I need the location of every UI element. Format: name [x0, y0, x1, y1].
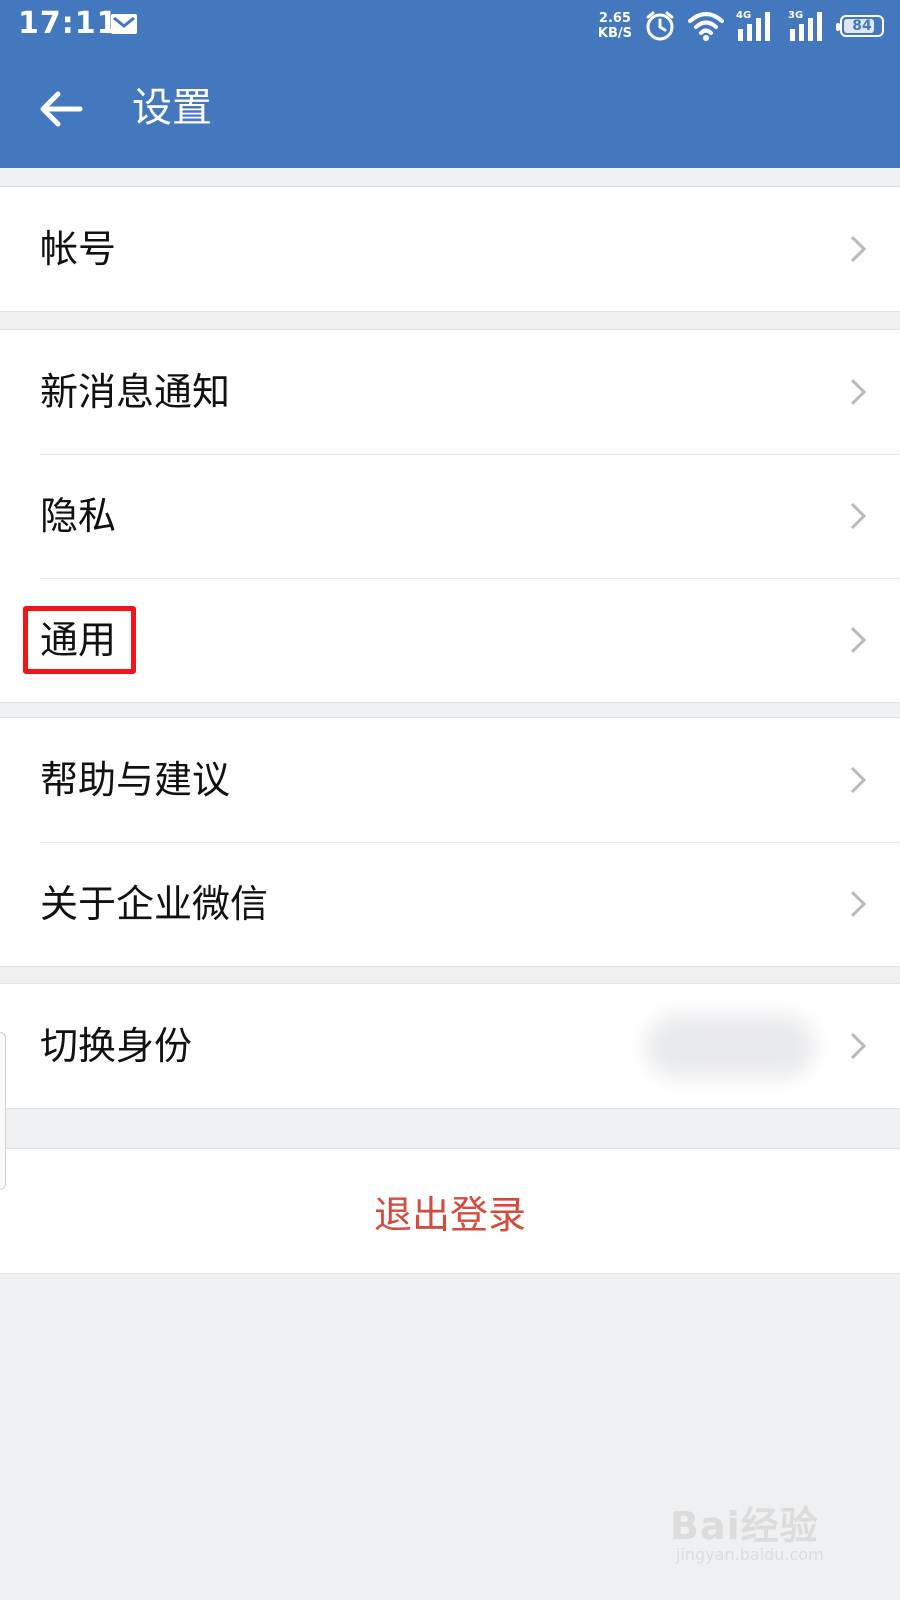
chevron-right-icon — [850, 502, 867, 530]
status-time: 17:11 — [18, 6, 119, 41]
page-title: 设置 — [132, 85, 212, 131]
settings-item-label: 通用 — [40, 618, 117, 662]
status-indicators: 2.65 KB/S 4G 3G 84 — [598, 6, 884, 46]
settings-item-about[interactable]: 关于企业微信 — [0, 842, 900, 966]
chevron-right-icon — [850, 378, 867, 406]
chevron-right-icon — [850, 235, 867, 263]
watermark: Bai经验 jingyan.baidu.com — [670, 1495, 840, 1585]
watermark-logo: Bai经验 — [670, 1504, 819, 1548]
settings-item-account[interactable]: 帐号 — [0, 187, 900, 311]
settings-item-general[interactable]: 通用 — [0, 578, 900, 702]
settings-group-main: 新消息通知 隐私 通用 — [0, 329, 900, 703]
logout-label: 退出登录 — [373, 1192, 526, 1237]
side-drawer-handle[interactable] — [0, 1032, 6, 1190]
chevron-right-icon — [850, 626, 867, 654]
mail-icon — [111, 14, 137, 34]
status-bar: 17:11 2.65 KB/S 4G 3G 84 — [0, 0, 900, 50]
settings-item-label: 帐号 — [40, 227, 117, 271]
battery-icon: 84 — [836, 15, 884, 37]
settings-item-label: 关于企业微信 — [40, 882, 269, 926]
watermark-url: jingyan.baidu.com — [676, 1545, 824, 1564]
app-bar: 设置 — [0, 50, 900, 168]
arrow-left-icon[interactable] — [38, 86, 84, 132]
chevron-right-icon — [850, 1032, 867, 1060]
settings-item-label: 新消息通知 — [40, 370, 231, 414]
settings-item-help[interactable]: 帮助与建议 — [0, 718, 900, 842]
net-speed: 2.65 KB/S — [597, 11, 632, 41]
settings-item-switch-identity[interactable]: 切换身份 — [0, 984, 900, 1108]
settings-item-label: 帮助与建议 — [40, 758, 231, 802]
settings-group-about: 帮助与建议 关于企业微信 — [0, 717, 900, 967]
alarm-icon — [646, 11, 674, 41]
settings-item-notifications[interactable]: 新消息通知 — [0, 330, 900, 454]
blurred-identity-value — [645, 1014, 815, 1078]
logout-button[interactable]: 退出登录 — [0, 1148, 900, 1274]
wifi-icon — [688, 12, 724, 41]
settings-item-label: 隐私 — [40, 494, 117, 538]
settings-item-privacy[interactable]: 隐私 — [0, 454, 900, 578]
signal-icon-secondary: 3G — [788, 9, 828, 43]
chevron-right-icon — [850, 890, 867, 918]
settings-item-label: 切换身份 — [40, 1024, 193, 1068]
chevron-right-icon — [850, 766, 867, 794]
settings-group-identity: 切换身份 — [0, 983, 900, 1109]
signal-icon: 4G — [736, 9, 776, 43]
settings-group-account: 帐号 — [0, 186, 900, 312]
